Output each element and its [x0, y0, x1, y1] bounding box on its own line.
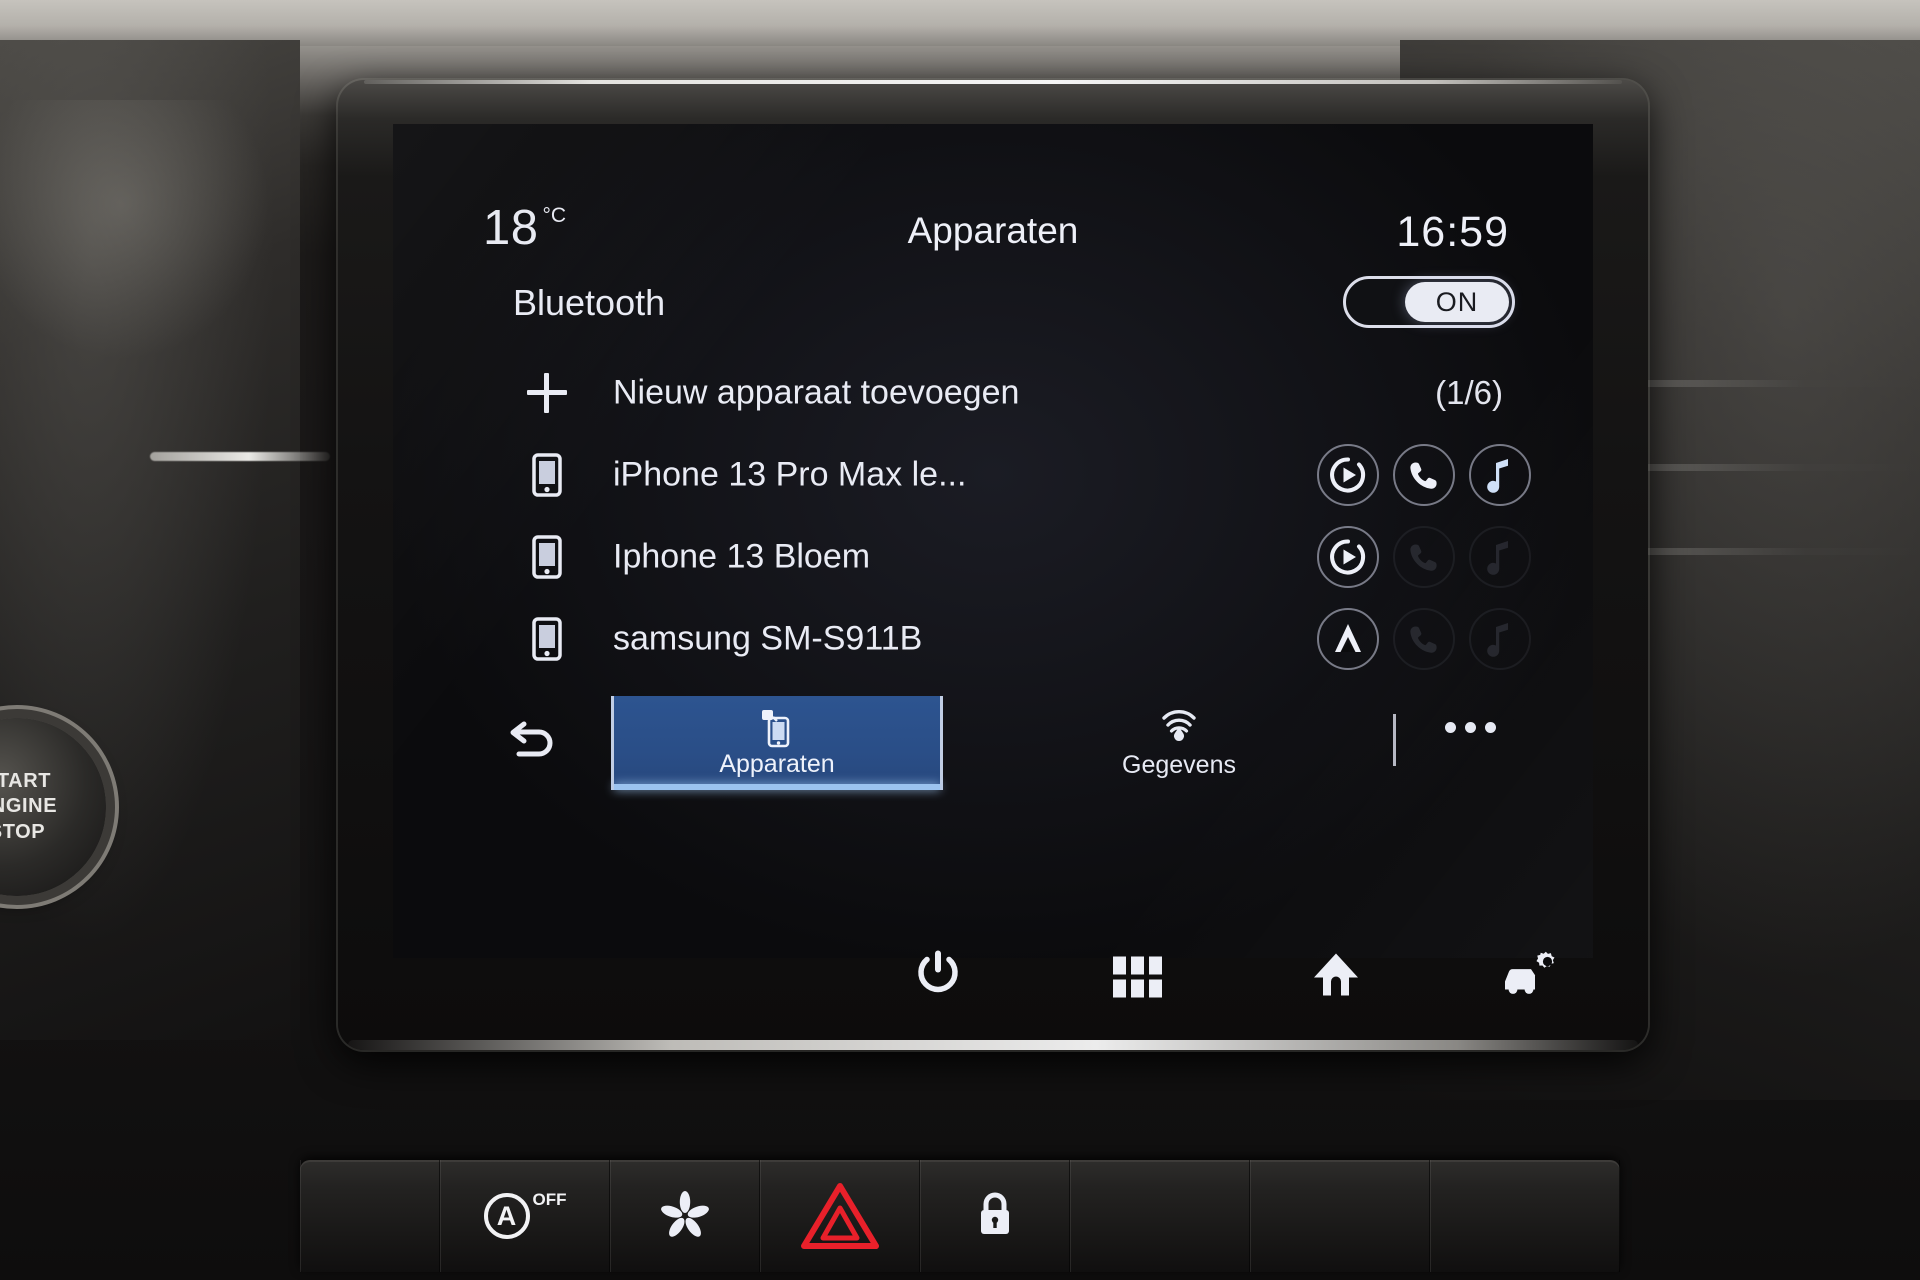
- infotainment-screen[interactable]: 18 °C Apparaten 16:59 Bluetooth ON Nieuw…: [393, 124, 1593, 958]
- carplay-icon[interactable]: [1317, 444, 1379, 506]
- device-actions: [1317, 444, 1531, 506]
- bluetooth-label: Bluetooth: [513, 282, 666, 323]
- back-arrow-icon[interactable]: [501, 714, 559, 772]
- hazard-lights-button[interactable]: [760, 1160, 920, 1272]
- smartphone-icon: [525, 535, 569, 579]
- device-name: samsung SM-S911B: [613, 619, 923, 658]
- phone-icon[interactable]: [1393, 444, 1455, 506]
- device-name: Iphone 13 Bloem: [613, 537, 871, 576]
- device-list: Nieuw apparaat toevoegen (1/6) iPhone 13…: [393, 352, 1593, 680]
- add-device-label: Nieuw apparaat toevoegen: [613, 373, 1020, 412]
- device-actions: [1317, 526, 1531, 588]
- device-count: (1/6): [1435, 374, 1503, 411]
- auto-start-stop-off-button[interactable]: A OFF: [440, 1160, 610, 1272]
- android-auto-icon[interactable]: [1317, 608, 1379, 670]
- start-engine-line-3: STOP: [0, 820, 46, 843]
- physical-button-blank[interactable]: [1430, 1160, 1620, 1272]
- hardware-button-row: [393, 932, 1593, 1022]
- device-row[interactable]: samsung SM-S911B: [393, 598, 1593, 680]
- phone-icon[interactable]: [1393, 526, 1455, 588]
- status-bar: 18 °C Apparaten 16:59: [393, 202, 1593, 262]
- bluetooth-row: Bluetooth ON: [393, 276, 1593, 346]
- start-engine-line-1: START: [0, 769, 52, 792]
- bluetooth-toggle-state: ON: [1405, 282, 1509, 322]
- physical-button-blank[interactable]: [300, 1160, 440, 1272]
- fan-icon: [661, 1191, 709, 1237]
- bezel-bottom-chrome: [348, 1040, 1638, 1050]
- hazard-triangle-icon: [801, 1183, 879, 1249]
- physical-button-strip: A OFF: [300, 1160, 1620, 1272]
- phone-icon[interactable]: [1393, 608, 1455, 670]
- infotainment-bezel: 18 °C Apparaten 16:59 Bluetooth ON Nieuw…: [338, 80, 1648, 1050]
- smartphone-icon: [525, 453, 569, 497]
- dashboard-left-highlight: [0, 100, 270, 360]
- music-note-icon[interactable]: [1469, 608, 1531, 670]
- carplay-icon[interactable]: [1317, 526, 1379, 588]
- tab-gegevens[interactable]: Gegevens: [1059, 700, 1299, 786]
- car-dashboard: START ENGINE STOP 18 °C Apparaten 16:59 …: [0, 0, 1920, 1280]
- tab-divider: [1393, 714, 1396, 766]
- device-actions: [1317, 608, 1531, 670]
- smartphone-icon: [525, 617, 569, 661]
- climate-fan-button[interactable]: [610, 1160, 760, 1272]
- signal-waves-icon: [1157, 707, 1201, 749]
- car-settings-icon[interactable]: [1503, 950, 1557, 1005]
- device-name: iPhone 13 Pro Max le...: [613, 455, 967, 494]
- physical-button-blank[interactable]: [1070, 1160, 1250, 1272]
- dashboard-chrome-trim-left: [150, 452, 330, 461]
- more-dots-icon[interactable]: [1445, 722, 1496, 733]
- lock-icon: [981, 1192, 1009, 1234]
- power-icon[interactable]: [915, 950, 961, 1005]
- device-row[interactable]: iPhone 13 Pro Max le...: [393, 434, 1593, 516]
- auto-start-stop-icon: A: [483, 1193, 530, 1239]
- auto-start-stop-off-label: OFF: [532, 1190, 567, 1209]
- clock: 16:59: [1396, 208, 1509, 256]
- physical-button-blank[interactable]: [1250, 1160, 1430, 1272]
- bezel-top-chrome: [364, 80, 1622, 84]
- bottom-tab-bar: Apparaten Gegevens: [393, 694, 1593, 790]
- device-row[interactable]: Iphone 13 Bloem: [393, 516, 1593, 598]
- apps-grid-icon[interactable]: [1113, 956, 1162, 998]
- tab-apparaten-label: Apparaten: [719, 749, 835, 778]
- add-device-row[interactable]: Nieuw apparaat toevoegen (1/6): [393, 352, 1593, 434]
- start-engine-line-2: ENGINE: [0, 795, 58, 818]
- bluetooth-toggle[interactable]: ON: [1343, 276, 1515, 328]
- door-lock-button[interactable]: [920, 1160, 1070, 1272]
- tab-gegevens-label: Gegevens: [1122, 750, 1236, 779]
- music-note-icon[interactable]: [1469, 526, 1531, 588]
- tab-apparaten[interactable]: Apparaten: [611, 696, 943, 790]
- music-note-icon[interactable]: [1469, 444, 1531, 506]
- plus-icon: [525, 371, 569, 415]
- home-icon[interactable]: [1311, 952, 1361, 1003]
- device-connect-icon: [757, 708, 797, 748]
